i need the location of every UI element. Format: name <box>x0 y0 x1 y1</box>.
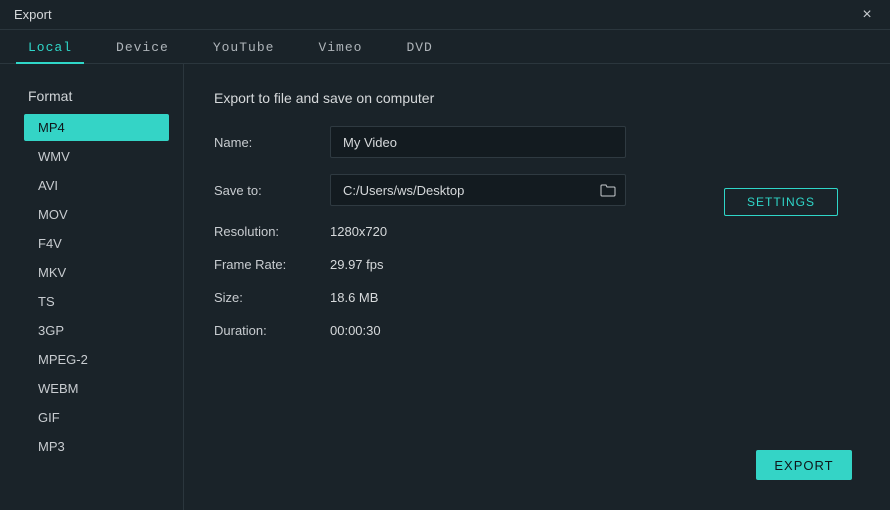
framerate-label: Frame Rate: <box>214 257 330 272</box>
format-item-mkv[interactable]: MKV <box>24 259 169 286</box>
format-item-3gp[interactable]: 3GP <box>24 317 169 344</box>
folder-icon[interactable] <box>599 181 617 199</box>
saveto-label: Save to: <box>214 183 330 198</box>
export-button[interactable]: EXPORT <box>756 450 852 480</box>
titlebar: Export × <box>0 0 890 30</box>
resolution-label: Resolution: <box>214 224 330 239</box>
format-item-ts[interactable]: TS <box>24 288 169 315</box>
name-input[interactable] <box>330 126 626 158</box>
body: Format MP4 WMV AVI MOV F4V MKV TS 3GP MP… <box>0 64 890 510</box>
tabs: Local Device YouTube Vimeo DVD <box>0 30 890 64</box>
duration-value: 00:00:30 <box>330 323 381 338</box>
export-dialog: Export × Local Device YouTube Vimeo DVD … <box>0 0 890 510</box>
row-resolution: Resolution: 1280x720 <box>214 224 860 239</box>
row-framerate: Frame Rate: 29.97 fps <box>214 257 860 272</box>
name-label: Name: <box>214 135 330 150</box>
folder-icon-svg <box>600 183 616 197</box>
size-value: 18.6 MB <box>330 290 378 305</box>
format-item-f4v[interactable]: F4V <box>24 230 169 257</box>
size-label: Size: <box>214 290 330 305</box>
sidebar-title: Format <box>24 88 169 104</box>
format-item-avi[interactable]: AVI <box>24 172 169 199</box>
tab-local[interactable]: Local <box>6 40 94 63</box>
format-item-webm[interactable]: WEBM <box>24 375 169 402</box>
format-item-mpeg2[interactable]: MPEG-2 <box>24 346 169 373</box>
window-title: Export <box>14 7 52 22</box>
row-name: Name: <box>214 126 860 158</box>
duration-label: Duration: <box>214 323 330 338</box>
close-icon: × <box>862 6 871 24</box>
resolution-value: 1280x720 <box>330 224 387 239</box>
tab-youtube[interactable]: YouTube <box>191 40 297 63</box>
format-item-mp3[interactable]: MP3 <box>24 433 169 460</box>
sidebar: Format MP4 WMV AVI MOV F4V MKV TS 3GP MP… <box>0 64 184 510</box>
tab-vimeo[interactable]: Vimeo <box>296 40 384 63</box>
row-size: Size: 18.6 MB <box>214 290 860 305</box>
format-item-mp4[interactable]: MP4 <box>24 114 169 141</box>
close-button[interactable]: × <box>854 2 880 28</box>
row-duration: Duration: 00:00:30 <box>214 323 860 338</box>
format-item-wmv[interactable]: WMV <box>24 143 169 170</box>
tab-dvd[interactable]: DVD <box>384 40 454 63</box>
main-title: Export to file and save on computer <box>214 90 860 106</box>
framerate-value: 29.97 fps <box>330 257 384 272</box>
format-item-gif[interactable]: GIF <box>24 404 169 431</box>
main-panel: Export to file and save on computer Name… <box>184 64 890 510</box>
tab-device[interactable]: Device <box>94 40 191 63</box>
saveto-input[interactable]: C:/Users/ws/Desktop <box>330 174 626 206</box>
saveto-path: C:/Users/ws/Desktop <box>343 183 599 198</box>
format-item-mov[interactable]: MOV <box>24 201 169 228</box>
settings-button[interactable]: SETTINGS <box>724 188 838 216</box>
